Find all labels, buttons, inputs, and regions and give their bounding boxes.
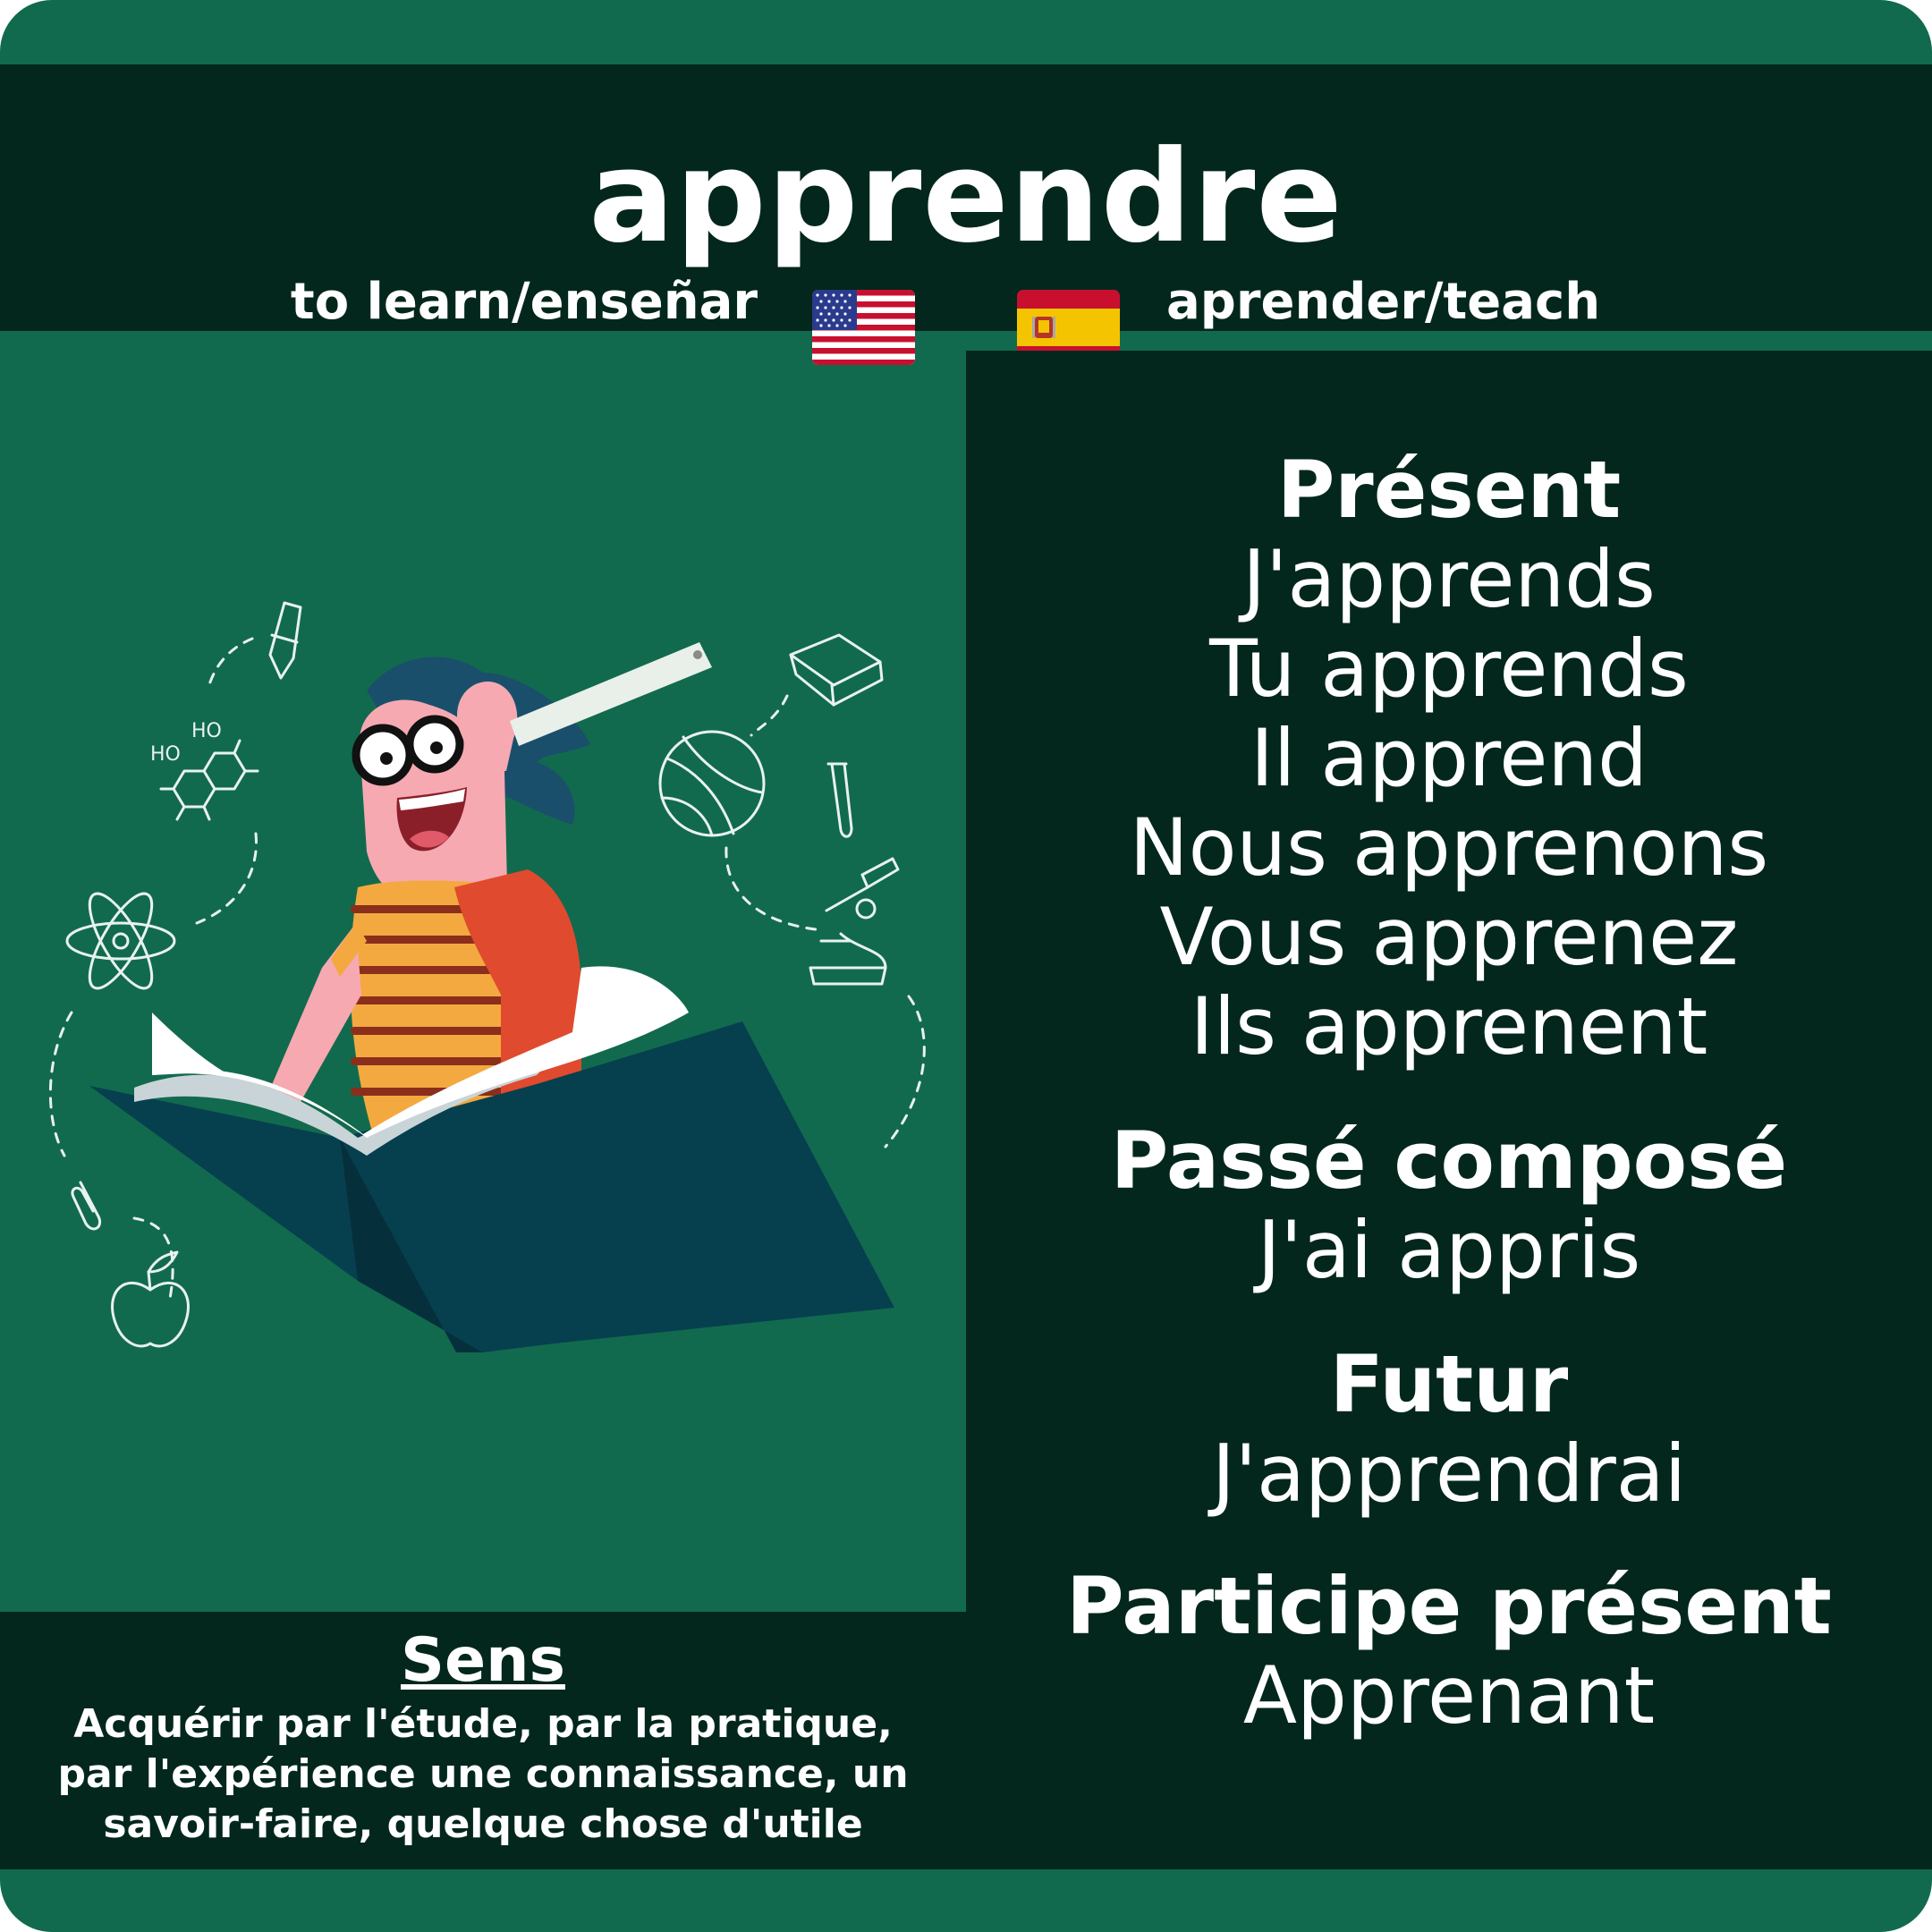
conjugation-panel: Présent J'apprends Tu apprends Il appren… [966,351,1932,1869]
atom-doodle-icon [65,892,176,990]
present-form: Ils apprenent [1190,980,1708,1072]
flashcard: apprendre to learn/enseñar aprender/teac… [0,0,1932,1932]
verb-title: apprendre [589,123,1343,271]
open-book-doodle-icon [789,633,884,707]
present-form: Nous apprenons [1129,801,1769,894]
present-form: Il apprend [1250,712,1648,804]
participe-present-form: Apprenant [1242,1649,1656,1741]
meaning-title: Sens [401,1625,565,1696]
passe-compose-form: J'ai appris [1257,1204,1641,1296]
participe-present-block: Participe présent Apprenant [966,1562,1932,1741]
futur-form: J'apprendrai [1211,1428,1687,1520]
header-banner: apprendre to learn/enseñar aprender/teac… [0,64,1932,365]
present-form: J'apprends [1242,533,1656,625]
apple-doodle-icon [111,1250,190,1348]
futur-block: Futur J'apprendrai [966,1340,1932,1519]
meaning-text: Acquérir par l'étude, par la pratique, p… [18,1699,948,1850]
svg-text:HO: HO [191,720,222,742]
present-form: Tu apprends [1209,623,1689,715]
english-translation: to learn/enseñar [290,273,758,331]
present-form: Vous apprenez [1159,891,1739,983]
svg-text:HO: HO [150,743,181,766]
present-title: Présent [1276,444,1622,536]
molecule-doodle-icon: HO HO [150,720,259,821]
passe-compose-block: Passé composé J'ai appris [966,1116,1932,1295]
test-tube-doodle-icon [826,762,853,838]
meaning-panel: Sens Acquérir par l'étude, par la pratiq… [0,1612,966,1869]
futur-title: Futur [1329,1338,1569,1430]
meaning-line: savoir-faire, quelque chose d'utile [103,1801,863,1847]
spanish-translation: aprender/teach [1166,273,1601,331]
microscope-doodle-icon [809,857,900,986]
present-block: Présent J'apprends Tu apprends Il appren… [966,445,1932,1072]
meaning-line: par l'expérience une connaissance, un [57,1751,909,1797]
passe-compose-title: Passé composé [1110,1114,1788,1207]
participe-present-title: Participe présent [1066,1560,1832,1652]
student-reading-illustration: HO HO [0,351,966,1610]
pencil-doodle-icon [268,601,302,680]
meaning-line: Acquérir par l'étude, par la pratique, [73,1701,893,1747]
ball-doodle-icon [658,730,766,837]
